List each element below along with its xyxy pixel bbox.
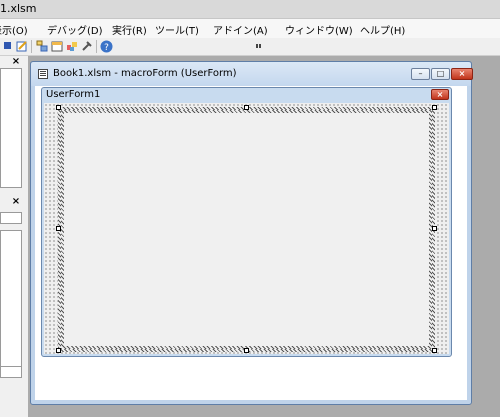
maximize-button[interactable]: □ (431, 68, 450, 80)
resize-handle-bottom-left[interactable] (56, 348, 61, 353)
app-titlebar: 1.xlsm (0, 0, 500, 19)
toolbar-overflow-grip[interactable] (256, 44, 261, 48)
form-designer-titlebar[interactable]: Book1.xlsm - macroForm (UserForm) – □ × (31, 62, 473, 86)
project-explorer-pane[interactable] (0, 68, 22, 188)
object-browser-icon[interactable] (66, 40, 78, 52)
menu-help[interactable]: ヘルプ(H) (360, 22, 405, 37)
toolbox-icon[interactable] (81, 40, 93, 52)
form-designer-title: Book1.xlsm - macroForm (UserForm) (53, 68, 237, 79)
close-button[interactable]: × (451, 68, 473, 80)
app-title: 1.xlsm (0, 2, 37, 15)
document-icon (38, 69, 48, 79)
properties-window-icon[interactable] (51, 40, 63, 52)
properties-list[interactable] (0, 230, 22, 368)
menu-run[interactable]: 実行(R) (112, 22, 147, 37)
menu-addins[interactable]: アドイン(A) (213, 22, 268, 37)
menu-window[interactable]: ウィンドウ(W) (285, 22, 353, 37)
standard-toolbar: ? (0, 38, 500, 56)
left-docked-panes: × × (0, 56, 28, 417)
project-pane-close-icon[interactable]: × (10, 56, 22, 68)
resize-handle-left[interactable] (56, 226, 61, 231)
menu-view[interactable]: 表示(O) (0, 22, 28, 37)
help-icon[interactable]: ? (100, 40, 113, 53)
stop-icon[interactable] (4, 42, 11, 49)
menubar: 表示(O) デバッグ(D) 実行(R) ツール(T) アドイン(A) ウィンドウ… (0, 19, 500, 38)
resize-handle-right[interactable] (432, 226, 437, 231)
properties-scroll-dropdown[interactable] (0, 366, 22, 378)
resize-handle-top-left[interactable] (56, 105, 61, 110)
design-mode-icon[interactable] (16, 40, 28, 52)
properties-pane-close-icon[interactable]: × (10, 196, 22, 208)
userform-titlebar[interactable]: UserForm1 × (42, 88, 451, 102)
project-explorer-icon[interactable] (36, 40, 48, 52)
selection-frame[interactable] (58, 107, 435, 352)
menu-debug[interactable]: デバッグ(D) (47, 22, 103, 37)
userform[interactable]: UserForm1 × (41, 87, 452, 357)
minimize-button[interactable]: – (411, 68, 430, 80)
menu-tools[interactable]: ツール(T) (155, 22, 199, 37)
form-canvas[interactable] (64, 113, 429, 346)
toolbar-separator (31, 40, 32, 53)
userform-design-grid[interactable] (44, 103, 449, 354)
svg-text:?: ? (104, 43, 109, 53)
resize-handle-top-right[interactable] (432, 105, 437, 110)
properties-object-dropdown[interactable] (0, 212, 22, 224)
userform-caption: UserForm1 (46, 89, 101, 100)
resize-handle-bottom-right[interactable] (432, 348, 437, 353)
userform-close-button[interactable]: × (431, 89, 449, 100)
toolbar-separator (96, 40, 97, 53)
resize-handle-top[interactable] (244, 105, 249, 110)
resize-handle-bottom[interactable] (244, 348, 249, 353)
